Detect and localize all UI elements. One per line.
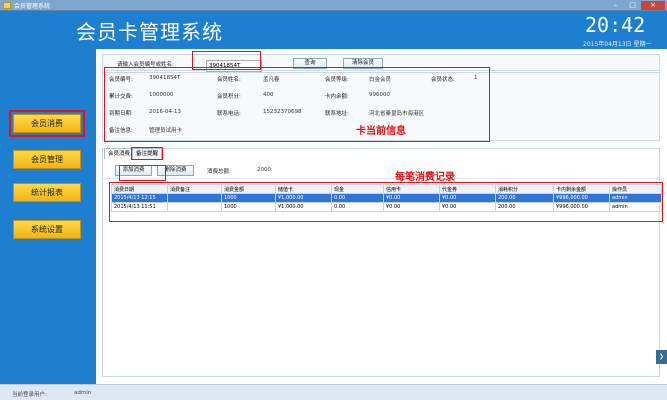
cell-voucher: ¥0.00: [439, 202, 496, 212]
col-header-credit-card[interactable]: 信用卡: [383, 184, 440, 194]
consume-toolbar: 添加消费 删除消费 消费总额: 2000: [103, 161, 659, 179]
consume-records-table: 消费日期 消费备注 消费金额 储值卡 现金 信用卡 代金券 消耗积分 卡内剩余金…: [111, 184, 662, 212]
current-user-label: 当前登录用户:: [12, 392, 47, 398]
col-header-date[interactable]: 消费日期: [111, 184, 168, 194]
current-user-value: admin: [74, 390, 92, 396]
side-scroll-handle[interactable]: ❯: [656, 350, 667, 364]
consume-total-value: 2000: [257, 167, 271, 173]
cell-amount: 1000: [221, 202, 276, 212]
nav-system-settings[interactable]: 系统设置: [13, 220, 81, 239]
window-titlebar: 会员管理系统 – □ ×: [0, 0, 667, 11]
cell-amount: 1000: [221, 193, 276, 203]
cell-credit-card: ¥0.00: [383, 193, 440, 203]
cell-remark: [167, 202, 222, 212]
col-header-voucher[interactable]: 代金券: [439, 184, 496, 194]
cell-credit-card: ¥0.00: [383, 202, 440, 212]
consume-total-label: 消费总额:: [207, 169, 231, 175]
table-row[interactable]: 2015/4/13 11:51 1000 ¥1,000.00 0.00 ¥0.0…: [111, 202, 662, 212]
main-content: 请输入会员编号或姓名: 39041854T 查询 清除会员 会员编号: 3904…: [96, 49, 667, 384]
card-info-annotation: 卡当前信息: [356, 126, 406, 137]
cell-operator: admin: [609, 193, 662, 203]
nav-member-manage[interactable]: 会员管理: [13, 150, 81, 169]
tab-member-consume[interactable]: 会员消费: [104, 148, 135, 159]
nav-member-consume[interactable]: 会员消费: [9, 110, 85, 137]
nav-statistics-report[interactable]: 统计报表: [13, 183, 81, 202]
col-header-stored-card[interactable]: 储值卡: [275, 184, 332, 194]
cell-cash: 0.00: [331, 202, 384, 212]
sidebar: 会员消费 会员管理 统计报表 系统设置: [0, 49, 96, 384]
cell-stored-card: ¥1,000.00: [275, 193, 332, 203]
cell-cash: 0.00: [331, 193, 384, 203]
cell-points-used: 200.00: [495, 193, 554, 203]
col-header-card-remaining[interactable]: 卡内剩余金额: [553, 184, 610, 194]
minimize-button[interactable]: –: [607, 1, 624, 10]
table-row[interactable]: 2015/4/13 12:15 1000 ¥1,000.00 0.00 ¥0.0…: [111, 193, 662, 203]
app-title: 会员卡管理系统: [76, 20, 223, 44]
window-title: 会员管理系统: [14, 3, 51, 10]
col-header-points-used[interactable]: 消耗积分: [495, 184, 554, 194]
cell-operator: admin: [609, 202, 662, 212]
cell-card-remaining: ¥996,000.00: [553, 202, 610, 212]
consume-tabs-panel: 会员消费 备注提醒 添加消费 删除消费 消费总额: 2000 每笔消费记录 消费…: [102, 147, 663, 377]
clock: 20:42: [585, 13, 646, 37]
status-bar: 当前登录用户: admin: [0, 384, 667, 400]
add-consume-highlight-box: [119, 165, 166, 181]
card-info-highlight-box: [104, 67, 490, 142]
records-annotation: 每笔消费记录: [395, 172, 455, 183]
app-header: 会员卡管理系统 20:42 2015年04月13日 星期一: [0, 11, 667, 49]
close-button[interactable]: ×: [641, 1, 665, 10]
cell-date: 2015/4/13 12:15: [111, 193, 168, 203]
cell-date: 2015/4/13 11:51: [111, 202, 168, 212]
cell-card-remaining: ¥996,000.00: [553, 193, 610, 203]
cell-points-used: 200.00: [495, 202, 554, 212]
date-display: 2015年04月13日 星期一: [583, 41, 652, 48]
col-header-cash[interactable]: 现金: [331, 184, 384, 194]
col-header-operator[interactable]: 操作员: [609, 184, 662, 194]
col-header-amount[interactable]: 消费金额: [221, 184, 276, 194]
restore-button[interactable]: □: [624, 1, 641, 10]
col-header-remark[interactable]: 消费备注: [167, 184, 222, 194]
table-header-row: 消费日期 消费备注 消费金额 储值卡 现金 信用卡 代金券 消耗积分 卡内剩余金…: [111, 184, 662, 194]
cell-remark: [167, 193, 222, 203]
cell-stored-card: ¥1,000.00: [275, 202, 332, 212]
app-icon: [3, 2, 11, 9]
tab-remark-reminder[interactable]: 备注提醒: [130, 147, 164, 160]
cell-voucher: ¥0.00: [439, 193, 496, 203]
